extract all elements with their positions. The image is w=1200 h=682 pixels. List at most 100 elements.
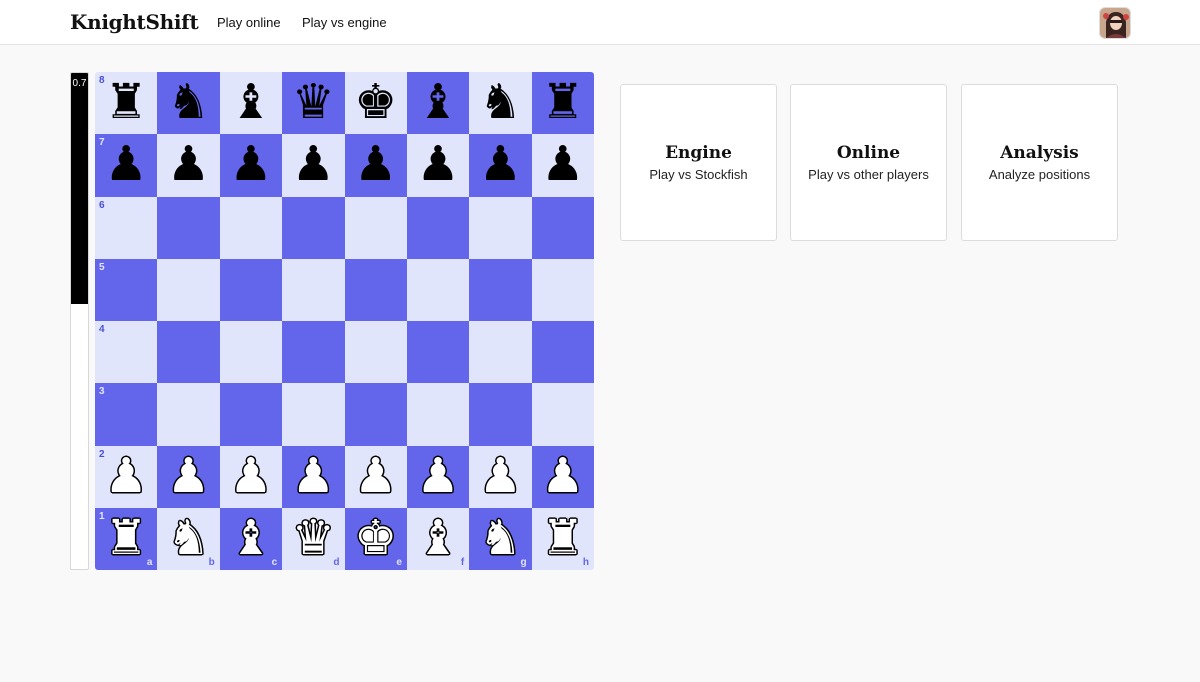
square-f6[interactable] <box>406 196 470 259</box>
square-h7[interactable]: ♟ <box>531 134 594 197</box>
white-knight-icon[interactable]: ♞ <box>167 514 210 562</box>
square-g3[interactable] <box>469 383 532 446</box>
square-f4[interactable] <box>406 321 470 384</box>
square-c2[interactable]: ♟ <box>219 445 283 508</box>
engine-card[interactable]: Engine Play vs Stockfish <box>620 84 777 241</box>
white-pawn-icon[interactable]: ♟ <box>479 452 522 500</box>
black-rook-icon[interactable]: ♜ <box>541 78 584 126</box>
square-g5[interactable] <box>469 258 532 321</box>
square-h2[interactable]: ♟ <box>531 445 594 508</box>
square-c1[interactable]: c ♝ <box>219 507 283 570</box>
square-a8[interactable]: 8 ♜ <box>95 72 158 135</box>
square-c3[interactable] <box>219 383 283 446</box>
black-pawn-icon[interactable]: ♟ <box>541 140 584 188</box>
square-b2[interactable]: ♟ <box>157 445 220 508</box>
white-rook-icon[interactable]: ♜ <box>541 514 584 562</box>
square-b4[interactable] <box>157 321 220 384</box>
square-a5[interactable]: 5 <box>95 258 158 321</box>
square-g7[interactable]: ♟ <box>469 134 532 197</box>
brand-logo[interactable]: KnightShift <box>70 10 199 34</box>
white-pawn-icon[interactable]: ♟ <box>167 452 210 500</box>
white-bishop-icon[interactable]: ♝ <box>229 514 272 562</box>
black-pawn-icon[interactable]: ♟ <box>105 140 148 188</box>
square-e6[interactable] <box>344 196 407 259</box>
square-e2[interactable]: ♟ <box>344 445 407 508</box>
black-queen-icon[interactable]: ♛ <box>292 78 335 126</box>
square-d4[interactable] <box>282 321 345 384</box>
square-e7[interactable]: ♟ <box>344 134 407 197</box>
online-card[interactable]: Online Play vs other players <box>790 84 947 241</box>
square-e4[interactable] <box>344 321 407 384</box>
square-c7[interactable]: ♟ <box>219 134 283 197</box>
square-g8[interactable]: ♞ <box>469 72 532 135</box>
white-knight-icon[interactable]: ♞ <box>479 514 522 562</box>
black-bishop-icon[interactable]: ♝ <box>417 78 460 126</box>
square-d3[interactable] <box>282 383 345 446</box>
square-g6[interactable] <box>469 196 532 259</box>
white-pawn-icon[interactable]: ♟ <box>417 452 460 500</box>
square-c8[interactable]: ♝ <box>219 72 283 135</box>
black-rook-icon[interactable]: ♜ <box>105 78 148 126</box>
square-g2[interactable]: ♟ <box>469 445 532 508</box>
square-a3[interactable]: 3 <box>95 383 158 446</box>
square-f8[interactable]: ♝ <box>406 72 470 135</box>
square-b1[interactable]: b ♞ <box>157 507 220 570</box>
square-a7[interactable]: 7 ♟ <box>95 134 158 197</box>
square-b3[interactable] <box>157 383 220 446</box>
square-e1[interactable]: e ♚ <box>344 507 407 570</box>
white-pawn-icon[interactable]: ♟ <box>105 452 148 500</box>
square-f3[interactable] <box>406 383 470 446</box>
square-d8[interactable]: ♛ <box>282 72 345 135</box>
black-knight-icon[interactable]: ♞ <box>167 78 210 126</box>
square-g1[interactable]: g ♞ <box>469 507 532 570</box>
white-pawn-icon[interactable]: ♟ <box>541 452 584 500</box>
square-b7[interactable]: ♟ <box>157 134 220 197</box>
square-f5[interactable] <box>406 258 470 321</box>
square-c5[interactable] <box>219 258 283 321</box>
black-pawn-icon[interactable]: ♟ <box>354 140 397 188</box>
square-c6[interactable] <box>219 196 283 259</box>
square-f1[interactable]: f ♝ <box>406 507 470 570</box>
square-d6[interactable] <box>282 196 345 259</box>
black-king-icon[interactable]: ♚ <box>354 78 397 126</box>
square-d2[interactable]: ♟ <box>282 445 345 508</box>
analysis-card[interactable]: Analysis Analyze positions <box>961 84 1118 241</box>
square-b8[interactable]: ♞ <box>157 72 220 135</box>
square-h1[interactable]: h ♜ <box>531 507 594 570</box>
square-e8[interactable]: ♚ <box>344 72 407 135</box>
square-g4[interactable] <box>469 321 532 384</box>
square-d5[interactable] <box>282 258 345 321</box>
square-f2[interactable]: ♟ <box>406 445 470 508</box>
square-b5[interactable] <box>157 258 220 321</box>
square-a1[interactable]: 1 a ♜ <box>95 507 158 570</box>
black-pawn-icon[interactable]: ♟ <box>229 140 272 188</box>
square-a6[interactable]: 6 <box>95 196 158 259</box>
square-h4[interactable] <box>531 321 594 384</box>
avatar[interactable] <box>1099 7 1131 39</box>
black-knight-icon[interactable]: ♞ <box>479 78 522 126</box>
white-queen-icon[interactable]: ♛ <box>292 514 335 562</box>
square-a4[interactable]: 4 <box>95 321 158 384</box>
black-pawn-icon[interactable]: ♟ <box>479 140 522 188</box>
white-pawn-icon[interactable]: ♟ <box>354 452 397 500</box>
square-h5[interactable] <box>531 258 594 321</box>
square-b6[interactable] <box>157 196 220 259</box>
square-e5[interactable] <box>344 258 407 321</box>
white-bishop-icon[interactable]: ♝ <box>417 514 460 562</box>
black-pawn-icon[interactable]: ♟ <box>167 140 210 188</box>
white-king-icon[interactable]: ♚ <box>354 514 397 562</box>
square-d7[interactable]: ♟ <box>282 134 345 197</box>
square-d1[interactable]: d ♛ <box>282 507 345 570</box>
square-h6[interactable] <box>531 196 594 259</box>
nav-play-online[interactable]: Play online <box>217 15 281 30</box>
black-pawn-icon[interactable]: ♟ <box>417 140 460 188</box>
white-rook-icon[interactable]: ♜ <box>105 514 148 562</box>
black-pawn-icon[interactable]: ♟ <box>292 140 335 188</box>
white-pawn-icon[interactable]: ♟ <box>229 452 272 500</box>
square-e3[interactable] <box>344 383 407 446</box>
square-h8[interactable]: ♜ <box>531 72 594 135</box>
white-pawn-icon[interactable]: ♟ <box>292 452 335 500</box>
square-a2[interactable]: 2 ♟ <box>95 445 158 508</box>
nav-play-vs-engine[interactable]: Play vs engine <box>302 15 387 30</box>
square-f7[interactable]: ♟ <box>406 134 470 197</box>
